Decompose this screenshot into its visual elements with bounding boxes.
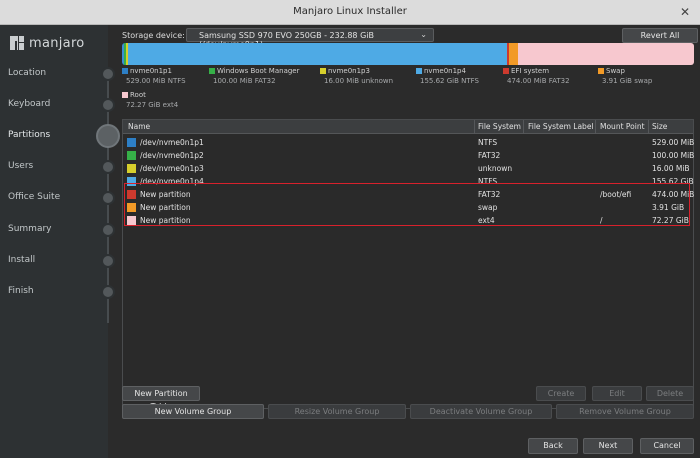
cell-name: /dev/nvme0n1p2 (140, 151, 204, 160)
cell-fs: unknown (478, 164, 513, 173)
edit-button[interactable]: Edit (592, 386, 642, 401)
partitions-page: Storage device: Samsung SSD 970 EVO 250G… (116, 25, 700, 458)
chevron-down-icon: ⌄ (420, 30, 427, 39)
legend-info: 155.62 GiB NTFS (420, 77, 479, 85)
step-keyboard: Keyboard (8, 99, 51, 109)
brand-name: manjaro (29, 35, 85, 51)
step-dot-summary (101, 223, 115, 237)
legend-swatch (209, 68, 215, 74)
step-summary: Summary (8, 224, 52, 234)
step-dot-keyboard (101, 98, 115, 112)
legend-name: nvme0n1p4 (424, 67, 466, 75)
step-location: Location (8, 68, 47, 78)
legend-swatch (598, 68, 604, 74)
col-file-system-label[interactable]: File System Label (528, 122, 594, 131)
usage-bar-segment (518, 43, 694, 65)
resize-volume-group-button[interactable]: Resize Volume Group (268, 404, 406, 419)
step-office-suite: Office Suite (8, 192, 61, 202)
deactivate-volume-group-button[interactable]: Deactivate Volume Group (410, 404, 552, 419)
step-dot-install (101, 254, 115, 268)
partition-color-swatch (127, 164, 136, 173)
table-row[interactable]: /dev/nvme0n1p3 unknown 16.00 MiB (123, 162, 693, 175)
cell-size: 16.00 MiB (652, 164, 690, 173)
cell-fs: FAT32 (478, 151, 501, 160)
col-size[interactable]: Size (652, 122, 667, 131)
step-finish: Finish (8, 286, 34, 296)
storage-device-label: Storage device: (122, 31, 185, 40)
cancel-button[interactable]: Cancel (640, 438, 694, 454)
column-divider (648, 120, 649, 134)
back-button[interactable]: Back (528, 438, 578, 454)
legend-name: Root (130, 91, 146, 99)
new-partition-table-button[interactable]: New Partition Table (122, 386, 200, 411)
step-dot-finish (101, 285, 115, 299)
partition-color-swatch (127, 138, 136, 147)
cell-name: /dev/nvme0n1p3 (140, 164, 204, 173)
table-row[interactable]: /dev/nvme0n1p2 FAT32 100.00 MiB (123, 149, 695, 162)
legend-info: 529.00 MiB NTFS (126, 77, 186, 85)
disk-usage-bar (122, 43, 694, 65)
legend-name: Windows Boot Manager (217, 67, 300, 75)
step-dot-office-suite (101, 191, 115, 205)
table-header: Name File System File System Label Mount… (123, 120, 693, 134)
legend-name: EFI system (511, 67, 550, 75)
brand: manjaro (10, 34, 85, 52)
step-install: Install (8, 255, 36, 265)
legend-swatch (416, 68, 422, 74)
legend-info: 474.00 MiB FAT32 (507, 77, 570, 85)
delete-button[interactable]: Delete (646, 386, 694, 401)
step-users: Users (8, 161, 34, 171)
new-partitions-highlight (124, 183, 690, 226)
legend-swatch (122, 68, 128, 74)
step-partitions: Partitions (8, 130, 51, 140)
legend-info: 3.91 GiB swap (602, 77, 653, 85)
legend-info: 100.00 MiB FAT32 (213, 77, 276, 85)
manjaro-logo-icon (10, 36, 24, 50)
table-row[interactable]: /dev/nvme0n1p1 NTFS 529.00 MiB (123, 136, 695, 149)
usage-bar-segment (128, 43, 507, 65)
legend-info: 72.27 GiB ext4 (126, 101, 179, 109)
legend-swatch (122, 92, 128, 98)
revert-all-changes-button[interactable]: Revert All Changes (622, 28, 698, 53)
cell-size: 100.00 MiB (652, 151, 695, 160)
column-divider (523, 120, 524, 134)
legend-info: 16.00 MiB unknown (324, 77, 394, 85)
col-mount-point[interactable]: Mount Point (600, 122, 645, 131)
partition-color-swatch (127, 151, 136, 160)
remove-volume-group-button[interactable]: Remove Volume Group (556, 404, 694, 419)
partition-table: Name File System File System Label Mount… (122, 119, 694, 409)
usage-bar-segment (508, 43, 519, 65)
column-divider (474, 120, 475, 134)
title-bar: Manjaro Linux Installer ✕ (0, 0, 700, 25)
new-volume-group-button[interactable]: New Volume Group (122, 404, 264, 419)
legend-swatch (503, 68, 509, 74)
close-icon[interactable]: ✕ (680, 5, 690, 19)
legend-swatch (320, 68, 326, 74)
legend-name: nvme0n1p1 (130, 67, 172, 75)
sidebar: manjaro Location Keyboard Partitions Use… (0, 25, 120, 458)
step-dot-users (101, 160, 115, 174)
legend-name: nvme0n1p3 (328, 67, 370, 75)
column-divider (595, 120, 596, 134)
cell-name: /dev/nvme0n1p1 (140, 138, 204, 147)
create-button[interactable]: Create (536, 386, 586, 401)
step-dot-location (101, 67, 115, 81)
window-title: Manjaro Linux Installer (293, 6, 407, 17)
storage-bar: Storage device: Samsung SSD 970 EVO 250G… (122, 28, 698, 53)
legend-name: Swap (606, 67, 625, 75)
col-name[interactable]: Name (128, 122, 150, 131)
cell-fs: NTFS (478, 138, 498, 147)
col-file-system[interactable]: File System (478, 122, 521, 131)
partition-legend: nvme0n1p1 529.00 MiB NTFS Windows Boot M… (122, 67, 694, 115)
next-button[interactable]: Next (583, 438, 633, 454)
storage-device-select[interactable]: Samsung SSD 970 EVO 250GB - 232.88 GiB (… (186, 28, 434, 49)
cell-size: 529.00 MiB (652, 138, 695, 147)
